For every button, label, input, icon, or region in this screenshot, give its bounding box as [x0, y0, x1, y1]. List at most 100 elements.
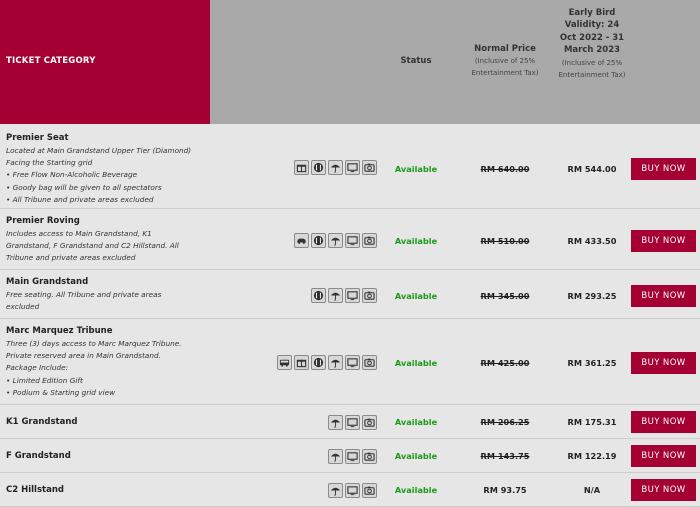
screen-icon: [345, 355, 360, 370]
normal-price: RM 206.25: [480, 417, 530, 427]
amenity-icons: [328, 483, 377, 498]
umbrella-icon: [328, 288, 343, 303]
screen-icon: [345, 483, 360, 498]
screen-icon: [345, 233, 360, 248]
ticket-row: Premier Roving Includes access to Main Gr…: [0, 209, 700, 270]
early-bird-price: RM 293.25: [567, 291, 617, 301]
ticket-row: C2 Hillstand Available RM 93.75 N/A BUY NOW: [0, 473, 700, 507]
buy-now-button[interactable]: BUY NOW: [631, 479, 696, 501]
amenity-icons: [294, 233, 377, 248]
food-icon: [311, 288, 326, 303]
ticket-title: K1 Grandstand: [6, 417, 78, 427]
food-icon: [311, 160, 326, 175]
ticket-title: Main Grandstand: [6, 277, 89, 287]
normal-price-title: Normal Price: [474, 44, 536, 54]
umbrella-icon: [328, 415, 343, 430]
ticket-category-label: TICKET CATEGORY: [6, 56, 96, 66]
normal-price: RM 510.00: [480, 236, 530, 246]
ticket-description-line: • All Tribune and private areas excluded: [6, 194, 154, 204]
normal-price: RM 425.00: [480, 358, 530, 368]
availability-status: Available: [394, 291, 438, 301]
table-header: TICKET CATEGORY Status Normal Price (Inc…: [0, 0, 700, 124]
ticket-description-line: Grandstand, F Grandstand and C2 Hillstan…: [6, 241, 179, 251]
ticket-description-line: Located at Main Grandstand Upper Tier (D…: [6, 146, 192, 155]
ticket-category-header: TICKET CATEGORY: [0, 0, 210, 124]
camera-icon: [362, 160, 377, 175]
amenity-icons: [294, 160, 377, 175]
amenity-icons: [311, 288, 377, 303]
camera-icon: [362, 288, 377, 303]
screen-icon: [345, 160, 360, 175]
availability-status: Available: [394, 236, 438, 246]
ticket-row: Premier Seat Located at Main Grandstand U…: [0, 124, 700, 209]
screen-icon: [345, 449, 360, 464]
umbrella-icon: [328, 355, 343, 370]
camera-icon: [362, 355, 377, 370]
normal-price: RM 93.75: [483, 485, 527, 495]
food-icon: [311, 355, 326, 370]
camera-icon: [362, 415, 377, 430]
ticket-description: Includes access to Main Grandstand, K1 Gr…: [6, 228, 216, 265]
availability-status: Available: [394, 417, 438, 427]
car-icon: [294, 233, 309, 248]
gift-icon: [294, 160, 309, 175]
normal-price: RM 640.00: [480, 164, 530, 174]
buy-now-button[interactable]: BUY NOW: [631, 352, 696, 374]
amenity-icons: [277, 355, 377, 370]
ticket-description-line: Three (3) days access to Marc Marquez Tr…: [6, 339, 182, 348]
buy-now-button[interactable]: BUY NOW: [631, 285, 696, 307]
early-bird-price: RM 175.31: [567, 417, 617, 427]
camera-icon: [362, 233, 377, 248]
ticket-description-line: Free seating. All Tribune and private ar…: [6, 290, 162, 299]
ticket-description-line: • Limited Edition Gift: [6, 375, 83, 385]
umbrella-icon: [328, 449, 343, 464]
umbrella-icon: [328, 233, 343, 248]
food-icon: [311, 233, 326, 248]
ticket-description: Located at Main Grandstand Upper Tier (D…: [6, 145, 216, 206]
early-bird-price: RM 433.50: [567, 236, 617, 246]
status-header: Status: [400, 56, 432, 66]
amenity-icons: [328, 449, 377, 464]
ticket-description-line: • Podium & Starting grid view: [6, 387, 116, 397]
availability-status: Available: [394, 485, 438, 495]
ticket-title: Premier Seat: [6, 133, 69, 143]
normal-price-note: (Inclusive of 25% Entertainment Tax): [471, 57, 539, 78]
ticket-description-line: Facing the Starting grid: [6, 158, 93, 168]
ticket-row: K1 Grandstand Available RM 206.25 RM 175.31…: [0, 405, 700, 439]
early-bird-title: Early Bird Validity: 24 Oct 2022 - 31 Ma…: [559, 8, 625, 56]
normal-price: RM 143.75: [480, 451, 530, 461]
ticket-title: Premier Roving: [6, 216, 80, 226]
ticket-row: Marc Marquez Tribune Three (3) days acces…: [0, 319, 700, 405]
amenity-icons: [328, 415, 377, 430]
availability-status: Available: [394, 451, 438, 461]
gift-icon: [294, 355, 309, 370]
normal-price: RM 345.00: [480, 291, 530, 301]
ticket-description-line: excluded: [6, 302, 40, 312]
buy-now-button[interactable]: BUY NOW: [631, 411, 696, 433]
early-bird-price: RM 122.19: [567, 451, 617, 461]
ticket-description-line: • Free Flow Non-Alcoholic Beverage: [6, 170, 138, 180]
screen-icon: [345, 288, 360, 303]
screen-icon: [345, 415, 360, 430]
early-bird-price: RM 361.25: [567, 358, 617, 368]
umbrella-icon: [328, 160, 343, 175]
ticket-description-line: Package Include:: [6, 363, 69, 373]
ticket-description-line: Tribune and private areas excluded: [6, 253, 136, 263]
bus-icon: [277, 355, 292, 370]
availability-status: Available: [394, 164, 438, 174]
ticket-title: C2 Hillstand: [6, 485, 64, 495]
umbrella-icon: [328, 483, 343, 498]
ticket-description-line: Private reserved area in Main Grandstand…: [6, 351, 161, 361]
early-bird-price: N/A: [583, 485, 601, 495]
early-bird-price: RM 544.00: [567, 164, 617, 174]
ticket-title: F Grandstand: [6, 451, 71, 461]
buy-now-button[interactable]: BUY NOW: [631, 445, 696, 467]
camera-icon: [362, 449, 377, 464]
ticket-description: Three (3) days access to Marc Marquez Tr…: [6, 338, 216, 399]
normal-price-header: Normal Price (Inclusive of 25% Entertain…: [460, 43, 550, 79]
ticket-description: Free seating. All Tribune and private ar…: [6, 289, 216, 313]
buy-now-button[interactable]: BUY NOW: [631, 230, 696, 252]
ticket-row: Main Grandstand Free seating. All Tribune…: [0, 270, 700, 319]
camera-icon: [362, 483, 377, 498]
buy-now-button[interactable]: BUY NOW: [631, 158, 696, 180]
